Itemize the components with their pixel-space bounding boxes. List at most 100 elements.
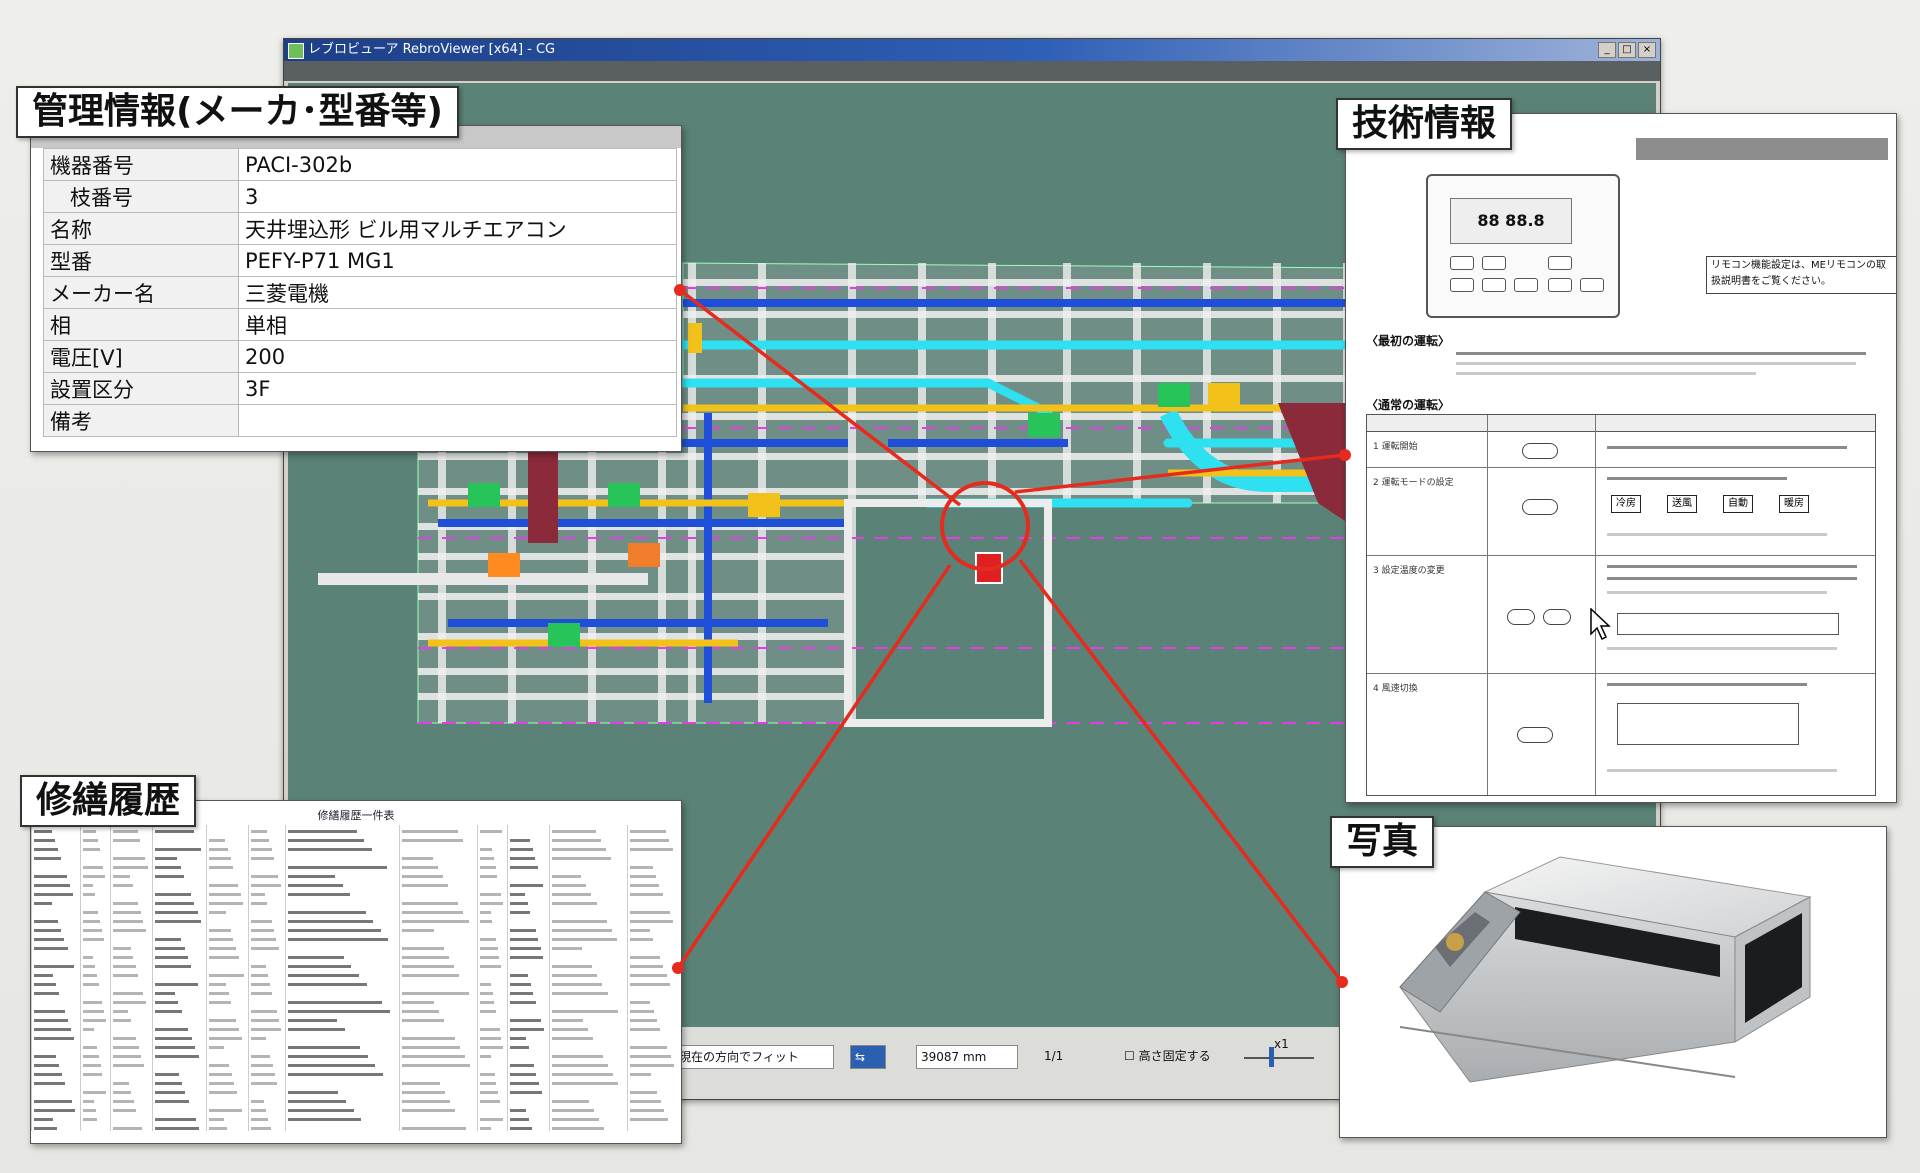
table-cell — [31, 906, 81, 915]
table-row — [31, 1086, 681, 1095]
table-row: 電圧[V] 200 — [43, 340, 677, 373]
table-cell — [80, 960, 111, 969]
zoom-slider-thumb[interactable] — [1269, 1047, 1274, 1067]
table-cell — [627, 1086, 681, 1095]
table-row — [31, 870, 681, 879]
table-cell — [477, 1005, 508, 1014]
table-cell — [248, 1059, 286, 1068]
table-cell — [110, 969, 153, 978]
table-cell — [206, 1095, 249, 1104]
table-cell — [248, 924, 286, 933]
table-cell — [507, 915, 550, 924]
table-cell — [152, 1059, 207, 1068]
table-cell — [399, 1023, 478, 1032]
table-cell — [549, 1113, 628, 1122]
table-cell — [152, 924, 207, 933]
table-cell — [627, 933, 681, 942]
distance-field[interactable]: 39087 mm — [916, 1045, 1018, 1069]
table-cell — [549, 1122, 628, 1131]
structural-beam — [418, 668, 848, 675]
table-cell — [206, 924, 249, 933]
technical-info-panel: 88 88.8 リモコン機能設定は、MEリモコンの取扱説明書をご覧ください。 〈… — [1345, 113, 1897, 803]
table-cell — [248, 1086, 286, 1095]
table-cell — [507, 879, 550, 888]
field-value: 200 — [238, 340, 677, 373]
field-value: PACI-302b — [238, 148, 677, 181]
remote-controller-diagram: 88 88.8 — [1426, 174, 1620, 318]
table-cell — [399, 834, 478, 843]
height-fix-checkbox[interactable]: ☐ 高さ固定する — [1124, 1045, 1211, 1067]
table-cell — [627, 825, 681, 834]
table-cell — [152, 969, 207, 978]
table-cell — [110, 1104, 153, 1113]
table-cell — [477, 969, 508, 978]
table-cell — [248, 1068, 286, 1077]
remote-key — [1450, 256, 1474, 270]
table-cell — [399, 1014, 478, 1023]
structural-beam — [418, 593, 848, 600]
table-row — [31, 924, 681, 933]
table-cell — [248, 978, 286, 987]
table-cell — [248, 996, 286, 1005]
table-cell — [507, 843, 550, 852]
table-cell — [477, 978, 508, 987]
table-cell — [285, 906, 400, 915]
table-cell — [206, 1050, 249, 1059]
table-cell — [152, 897, 207, 906]
structural-beam — [318, 573, 648, 585]
table-cell — [399, 915, 478, 924]
indoor-unit-photo — [1399, 856, 1812, 1083]
table-cell — [206, 1041, 249, 1050]
remote-note: リモコン機能設定は、MEリモコンの取扱説明書をご覧ください。 — [1706, 256, 1896, 294]
table-cell — [399, 1059, 478, 1068]
structural-frame — [844, 499, 1052, 727]
table-cell — [549, 825, 628, 834]
table-cell — [80, 942, 111, 951]
table-row — [31, 861, 681, 870]
table-cell — [110, 987, 153, 996]
management-info-title: 管理情報(メーカ･型番等) — [16, 86, 459, 138]
table-cell — [80, 897, 111, 906]
table-cell — [477, 1032, 508, 1041]
table-cell — [248, 1113, 286, 1122]
zoom-slider[interactable] — [1244, 1057, 1314, 1059]
table-cell — [110, 1050, 153, 1059]
table-cell — [399, 942, 478, 951]
table-cell — [206, 1059, 249, 1068]
table-cell — [31, 843, 81, 852]
table-cell — [152, 1041, 207, 1050]
view-select[interactable]: 現在の方向でフィット — [674, 1045, 834, 1069]
minimize-button[interactable]: _ — [1598, 42, 1616, 58]
table-cell — [31, 1086, 81, 1095]
mouse-cursor-icon — [1590, 608, 1611, 641]
table-cell — [507, 933, 550, 942]
table-cell — [399, 861, 478, 870]
field-label: 設置区分 — [43, 372, 239, 405]
remote-key — [1482, 278, 1506, 292]
table-cell — [477, 942, 508, 951]
table-cell — [110, 960, 153, 969]
table-cell — [152, 1095, 207, 1104]
table-cell — [80, 996, 111, 1005]
table-cell — [31, 1095, 81, 1104]
window-titlebar[interactable]: レブロビューア RebroViewer [x64] - CG _ □ × — [284, 39, 1660, 61]
table-cell — [627, 1005, 681, 1014]
apply-view-icon[interactable]: ⇆ — [850, 1045, 886, 1069]
table-cell — [507, 1005, 550, 1014]
table-cell — [110, 879, 153, 888]
repair-history-title: 修繕履歴 — [20, 775, 197, 827]
table-cell — [80, 1077, 111, 1086]
table-cell — [152, 1077, 207, 1086]
close-button[interactable]: × — [1638, 42, 1656, 58]
table-cell — [549, 942, 628, 951]
table-row: 枝番号 3 — [43, 180, 677, 213]
table-cell — [110, 1113, 153, 1122]
table-cell — [399, 825, 478, 834]
table-cell — [80, 1086, 111, 1095]
table-cell — [627, 951, 681, 960]
table-row — [31, 906, 681, 915]
table-cell — [627, 1077, 681, 1086]
maximize-button[interactable]: □ — [1618, 42, 1636, 58]
table-cell — [152, 879, 207, 888]
table-cell — [248, 1005, 286, 1014]
